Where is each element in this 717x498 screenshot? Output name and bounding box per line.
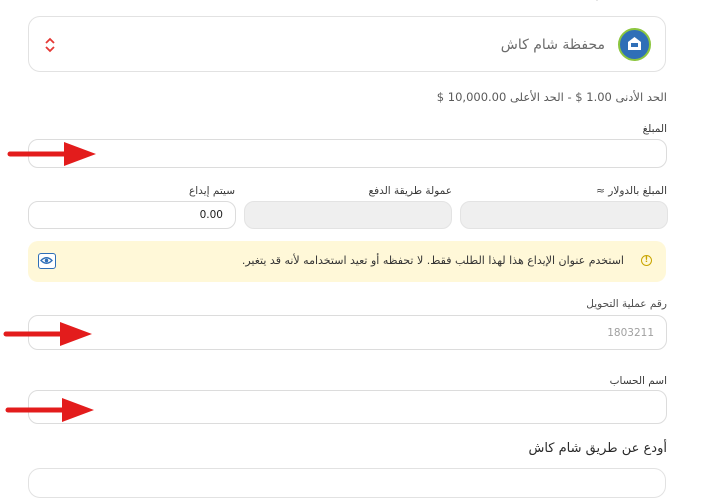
wallet-logo-icon [618, 28, 651, 61]
account-name-input[interactable] [28, 390, 667, 424]
usd-amount-label: المبلغ بالدولار ≈ [596, 185, 667, 197]
partial-icon [595, 0, 599, 2]
deposit-address-notice: ! استخدم عنوان الإيداع هذا لهذا الطلب فق… [28, 241, 666, 282]
section-title: أودع عن طريق شام كاش [528, 441, 667, 456]
deposit-label: سيتم إيداع [189, 185, 235, 197]
annotation-arrow-icon [7, 142, 96, 166]
sort-arrows-icon[interactable] [43, 35, 57, 55]
deposit-limits: الحد الأدنى 1.00 $ - الحد الأعلى 10,000.… [437, 90, 667, 104]
info-icon: ! [641, 255, 652, 266]
deposit-field: 0.00 [28, 201, 236, 229]
fee-label: عمولة طريقة الدفع [368, 185, 452, 197]
annotation-arrow-icon [5, 398, 94, 422]
account-name-label: اسم الحساب [609, 375, 667, 387]
instructions-card [28, 468, 666, 498]
amount-label: المبلغ [642, 123, 667, 135]
notice-text: استخدم عنوان الإيداع هذا لهذا الطلب فقط.… [241, 254, 624, 267]
limit-separator: - [567, 90, 572, 104]
wallet-select[interactable]: محفظة شام كاش [28, 16, 666, 72]
max-limit-value: 10,000.00 $ [436, 90, 507, 104]
annotation-arrow-icon [3, 322, 92, 346]
min-limit-label: الحد الأدنى [615, 90, 667, 104]
transfer-number-label: رقم عملية التحويل [586, 298, 667, 310]
deposit-value: 0.00 [199, 209, 223, 221]
transfer-number-placeholder: 1803211 [607, 326, 654, 339]
max-limit-label: الحد الأعلى [509, 90, 564, 104]
eye-icon[interactable] [38, 253, 56, 269]
min-limit-value: 1.00 $ [575, 90, 612, 104]
usd-amount-field [460, 201, 668, 229]
amount-input[interactable] [28, 139, 667, 168]
fee-field [244, 201, 452, 229]
wallet-name: محفظة شام كاش [500, 37, 605, 53]
transfer-number-input[interactable]: 1803211 [28, 315, 667, 350]
